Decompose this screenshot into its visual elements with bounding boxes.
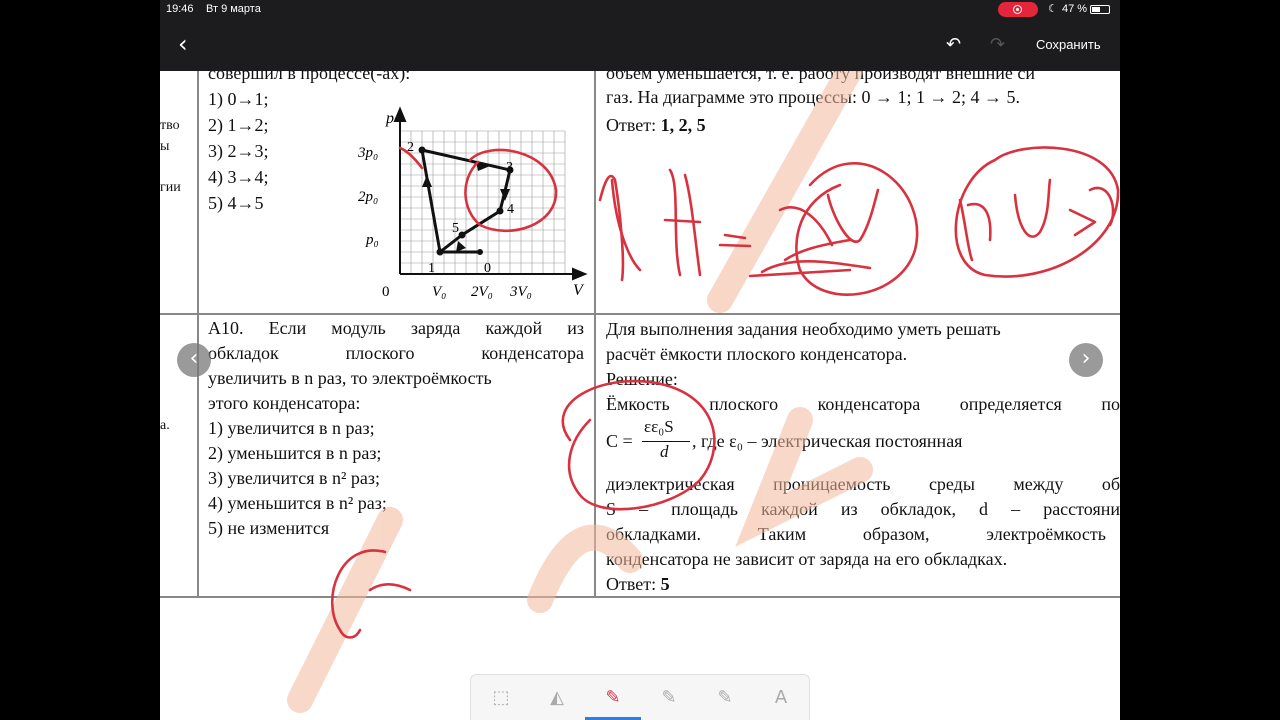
answer-label: Ответ:	[606, 115, 657, 135]
answer-option: 5) 4→5	[208, 193, 264, 213]
answer-label: Ответ:	[606, 574, 657, 594]
lasso-select-icon[interactable]: ⬚	[489, 687, 513, 711]
table-rule	[160, 313, 1120, 315]
back-button[interactable]: ‹	[178, 32, 188, 56]
record-icon	[1013, 5, 1022, 14]
answer-explanation: газ. На диаграмме это процессы: 0 → 1; 1…	[606, 87, 1021, 107]
v-tick: 0	[382, 284, 390, 300]
answer-line: Ответ: 1, 2, 5	[606, 115, 706, 136]
status-bar: 19:46 Вт 9 марта ☾ 47 %	[160, 0, 1120, 20]
pencil-icon[interactable]: ✎	[657, 687, 681, 711]
axis-label-p: p	[385, 110, 394, 127]
point-label: 3	[506, 160, 513, 175]
answer-option: 1) 0→1;	[208, 89, 269, 109]
marker-icon[interactable]: ✎	[713, 687, 737, 711]
diagram-axes	[393, 106, 588, 281]
undo-icon: ↶	[946, 34, 962, 55]
status-time: 19:46	[166, 3, 194, 15]
answer-explanation: Ёмкость плоского конденсатора определяет…	[606, 394, 1120, 414]
p-tick: p₀	[365, 232, 379, 248]
point-label: 1	[428, 261, 435, 276]
question-text: А10. Если модуль заряда каждой из	[208, 318, 584, 338]
pen-icon[interactable]: ✎	[601, 687, 625, 711]
document-page: тво ы гии а. совершил в процессе(-ах): 1…	[160, 63, 1120, 720]
save-button[interactable]: Сохранить	[1036, 37, 1101, 52]
do-not-disturb-icon: ☾	[1048, 3, 1058, 15]
pv-diagram: p V 3p₀ 2p₀ p₀ 0 V₀ 2V₀ 3V₀ 2 3 4 5 1 0	[357, 106, 588, 300]
next-page-button[interactable]: ›	[1069, 343, 1103, 377]
question-text: увеличить в n раз, то электроёмкость	[208, 368, 492, 388]
answer-explanation: обкладками. Таким образом, электроёмкост…	[606, 524, 1106, 544]
answer-option: 5) не изменится	[208, 518, 330, 538]
v-tick: V₀	[432, 284, 446, 300]
axis-label-v: V	[573, 282, 585, 299]
answer-option: 3) 2→3;	[208, 141, 269, 161]
left-fragment: тво	[160, 118, 180, 133]
solution-label: Решение:	[606, 369, 678, 389]
text-tool-icon[interactable]: A	[769, 687, 793, 711]
left-fragment: гии	[160, 180, 181, 195]
answer-option: 1) увеличится в n раз;	[208, 418, 375, 438]
table-rule	[160, 596, 1120, 598]
editor-toolbar: ‹ ↶ ↷ Сохранить	[160, 20, 1120, 71]
redo-icon: ↷	[990, 34, 1006, 55]
point-label: 2	[407, 140, 414, 155]
answer-line: Ответ: 5	[606, 574, 670, 595]
formula-tail: , где ε₀ – электрическая постоянная	[692, 431, 963, 451]
p-tick: 3p₀	[357, 145, 378, 161]
point-label: 4	[507, 202, 514, 217]
point-label: 5	[452, 221, 459, 236]
p-tick: 2p₀	[358, 189, 378, 205]
chevron-right-icon: ›	[1081, 346, 1091, 371]
question-text: обкладок плоского конденсатора	[208, 343, 584, 363]
point-label: 0	[484, 261, 491, 276]
answer-explanation: S – площадь каждой из обкладок, d – расс…	[606, 499, 1120, 519]
v-tick: 2V₀	[471, 284, 493, 300]
answer-option: 2) уменьшится в n раз;	[208, 443, 382, 463]
answer-option: 4) 3→4;	[208, 167, 269, 187]
answer-option: 4) уменьшится в n² раз;	[208, 493, 387, 513]
left-fragment: а.	[160, 418, 170, 433]
answer-value: 1, 2, 5	[660, 115, 706, 135]
answer-explanation: расчёт ёмкости плоского конденсатора.	[606, 344, 908, 364]
battery-percent: 47 %	[1062, 3, 1088, 15]
table-rule	[197, 71, 199, 597]
answer-value: 5	[660, 574, 670, 594]
screen-recording-indicator[interactable]	[998, 2, 1038, 17]
previous-page-button[interactable]: ‹	[177, 343, 211, 377]
ipad-screen: тво ы гии а. совершил в процессе(-ах): 1…	[160, 0, 1120, 720]
battery-icon	[1090, 5, 1110, 14]
answer-explanation: конденсатора не зависит от заряда на его…	[606, 549, 1008, 569]
formula-lhs: C =	[606, 431, 633, 451]
v-tick: 3V₀	[509, 284, 532, 300]
formula-denominator: d	[660, 442, 669, 461]
left-fragment: ы	[160, 139, 170, 154]
question-text: этого конденсатора:	[208, 393, 361, 413]
chevron-left-icon: ‹	[189, 346, 199, 371]
markup-toolbar: ⬚ ◭ ✎ ✎ ✎ A	[470, 674, 810, 720]
chevron-left-icon: ‹	[178, 30, 188, 58]
answer-explanation: диэлектрическая проницаемость среды межд…	[606, 474, 1120, 494]
undo-button[interactable]: ↶	[946, 34, 961, 55]
table-rule	[594, 71, 596, 597]
redo-button[interactable]: ↷	[990, 34, 1005, 55]
eraser-icon[interactable]: ◭	[545, 687, 569, 711]
answer-explanation: Для выполнения задания необходимо уметь …	[606, 319, 1001, 339]
answer-option: 3) увеличится в n² раз;	[208, 468, 381, 488]
status-date: Вт 9 марта	[206, 3, 261, 15]
answer-option: 2) 1→2;	[208, 115, 269, 135]
formula-numerator: εε₀S	[644, 417, 674, 436]
